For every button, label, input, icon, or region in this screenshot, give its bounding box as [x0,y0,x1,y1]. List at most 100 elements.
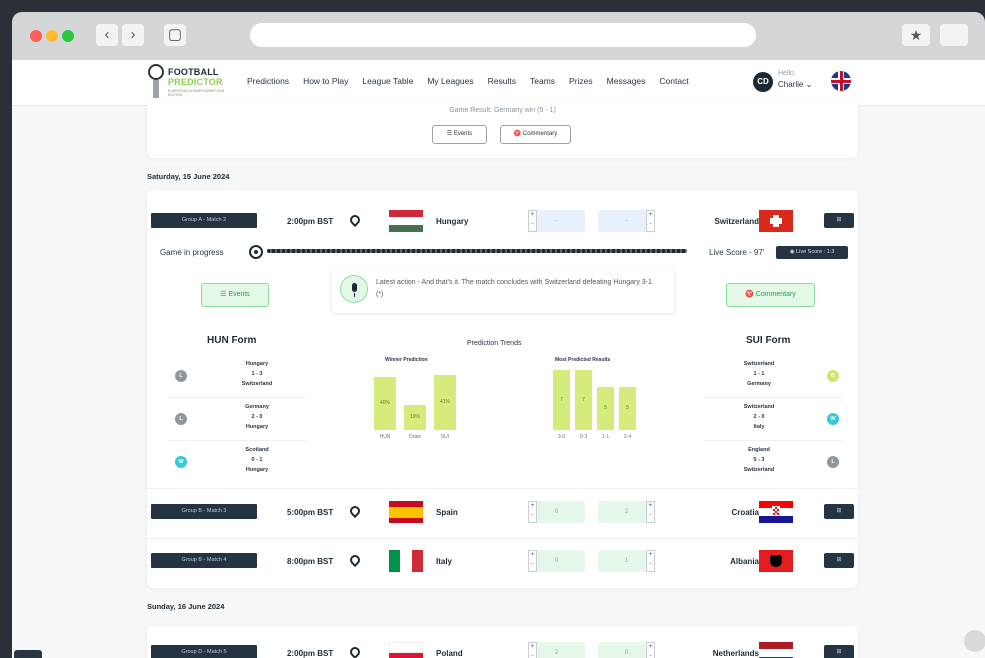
away-score-stepper[interactable]: + - [646,501,655,523]
nav-messages[interactable]: Messages [607,76,646,86]
away-form-title: SUI Form [746,335,791,346]
home-score-input[interactable]: + - 2 [528,642,585,658]
form-score: 1 - 3 [251,371,263,377]
minimize-window-button[interactable] [46,30,58,42]
away-form-item: England 5 - 3 Switzerland L [703,442,843,484]
commentary-button[interactable]: ♈ Commentary [500,125,571,144]
match-row-italy-albania: Group B - Match 4 8:00pm BST Italy + - 0 … [147,539,858,587]
match-row-hungary-switzerland: Group A - Match 2 2:00pm BST Hungary + - … [147,190,858,490]
away-score-input[interactable]: 1 + - [598,550,655,572]
form-team2: Italy [753,424,765,430]
away-team-name: Netherlands [712,649,759,658]
away-score-stepper[interactable]: + - [646,210,655,232]
group-tag: Group D - Match 5 [151,645,257,658]
side-tab-handle[interactable] [14,650,42,658]
form-team1: Switzerland [743,361,775,367]
live-events-button[interactable]: ☰ Events [201,283,269,307]
trophy-stem-icon [153,80,159,98]
home-score-stepper[interactable]: + - [528,642,537,658]
forward-icon[interactable]: › [122,24,144,46]
chart-bar: 40% [374,376,396,430]
user-greeting: Hello, [778,70,796,77]
nav-league-table[interactable]: League Table [362,76,413,86]
nav-results[interactable]: Results [488,76,516,86]
home-score-value: - [555,218,558,224]
home-score-input[interactable]: + - 0 [528,501,585,523]
chart-category-label: SUI [440,434,450,440]
chart-bar: 19% [404,404,426,430]
live-score-minute: Live Score - 97' [709,248,765,257]
home-score-stepper[interactable]: + - [528,210,537,232]
away-score-stepper[interactable]: + - [646,642,655,658]
home-score-stepper[interactable]: + - [528,550,537,572]
uk-flag-icon[interactable] [831,71,851,91]
chart-bar: 5 [619,387,636,430]
nav-predictions[interactable]: Predictions [247,76,289,86]
chart-bar: 7 [553,370,570,430]
head-to-head-button[interactable]: ⊞ [824,504,854,519]
maximize-window-button[interactable] [62,30,74,42]
group-tag: Group A - Match 2 [151,213,257,228]
away-score-value: - [625,218,628,224]
nav-prizes[interactable]: Prizes [569,76,593,86]
group-tag: Group B - Match 4 [151,553,257,568]
form-result-draw-icon: D [827,370,839,382]
form-team1: Scotland [245,447,269,453]
logo-text-line1: FOOTBALL [168,67,219,77]
chart-category-label: HUN [379,434,391,440]
away-team-name: Switzerland [714,217,759,226]
away-score-stepper[interactable]: + - [646,550,655,572]
away-form-item: Switzerland 2 - 0 Italy W [703,399,843,441]
away-team-name: Albania [730,557,759,566]
netherlands-flag-icon [759,642,793,658]
head-to-head-button[interactable]: ⊞ [824,553,854,568]
venue-pin-icon[interactable] [349,215,357,225]
form-team2: Switzerland [241,381,273,387]
form-result-win-icon: W [827,413,839,425]
bookmark-star-icon[interactable]: ★ [902,24,930,46]
form-score: 0 - 1 [251,457,263,463]
form-score: 5 - 3 [753,457,765,463]
form-result-loss-icon: L [175,370,187,382]
live-commentary-button[interactable]: ♈ Commentary [726,283,815,307]
head-to-head-button[interactable]: ⊞ [824,213,854,228]
nav-my-leagues[interactable]: My Leagues [427,76,473,86]
home-score-value: 0 [554,558,559,564]
nav-how-to-play[interactable]: How to Play [303,76,348,86]
form-team1: Hungary [245,361,269,367]
sidebar-toggle-icon[interactable]: ▢ [164,24,186,46]
tabs-overview-icon[interactable] [940,24,968,46]
events-button[interactable]: ☰ Events [432,125,487,144]
venue-pin-icon[interactable] [349,506,357,516]
head-to-head-button[interactable]: ⊞ [824,645,854,658]
address-bar[interactable] [250,23,756,47]
form-team2: Switzerland [743,467,775,473]
away-score-value: 1 [624,558,629,564]
chart-category-label: Draw [409,434,421,440]
home-form-item: L Germany 2 - 0 Hungary [167,399,307,441]
avatar[interactable]: CD [753,72,773,92]
home-score-input[interactable]: + - 0 [528,550,585,572]
user-menu-toggle[interactable]: Charlie ⌄ [778,80,812,89]
nav-contact[interactable]: Contact [659,76,688,86]
away-score-value: 0 [624,650,629,656]
back-icon[interactable]: ‹ [96,24,118,46]
nav-teams[interactable]: Teams [530,76,555,86]
prediction-trends-title: Prediction Trends [467,340,522,347]
scroll-to-top-button[interactable] [964,630,985,652]
microphone-icon [340,275,368,303]
home-score-stepper[interactable]: + - [528,501,537,523]
ball-icon [249,245,263,259]
italy-flag-icon [389,550,423,572]
previous-match-card: Game Result: Germany win (5 - 1) ☰ Event… [147,100,858,158]
away-score-input[interactable]: - + - [598,210,655,232]
form-team2: Hungary [245,467,269,473]
logo-tagline: EUROPEAN CHAMPIONSHIP 2024 EDITION [168,89,225,97]
venue-pin-icon[interactable] [349,647,357,657]
close-window-button[interactable] [30,30,42,42]
home-score-input[interactable]: + - - [528,210,585,232]
away-score-input[interactable]: 0 + - [598,642,655,658]
site-logo[interactable]: FOOTBALL PREDICTOR EUROPEAN CHAMPIONSHIP… [148,64,228,102]
away-score-input[interactable]: 2 + - [598,501,655,523]
venue-pin-icon[interactable] [349,555,357,565]
